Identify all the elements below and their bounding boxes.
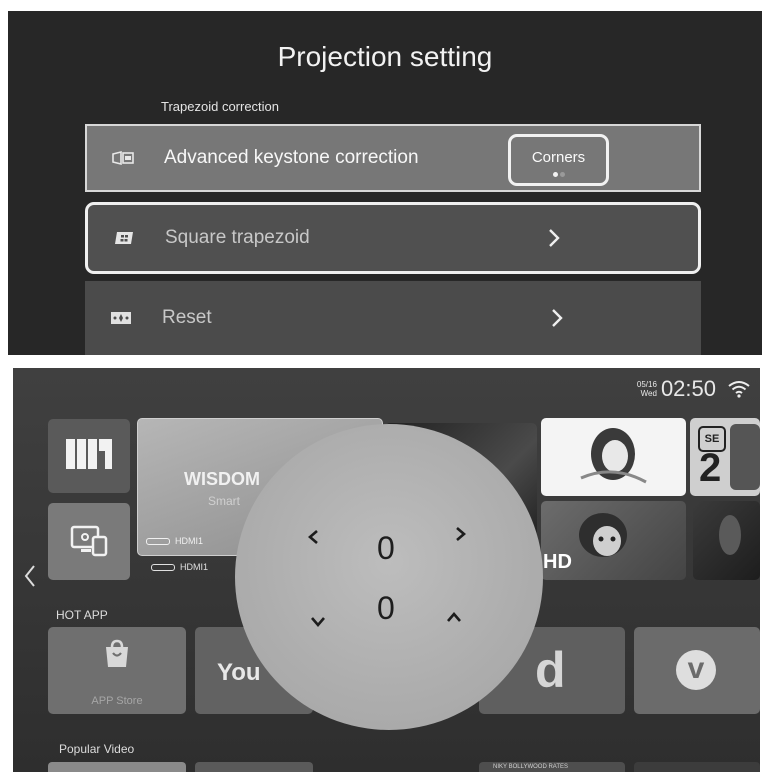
- chevron-right-icon: [549, 229, 560, 247]
- popular-video-heading: Popular Video: [59, 742, 135, 756]
- advanced-keystone-row[interactable]: Advanced keystone correction Corners: [85, 124, 701, 192]
- arrow-left-icon[interactable]: [305, 528, 323, 546]
- page-dots: [511, 171, 606, 177]
- featured-title: WISDOM: [184, 469, 260, 489]
- hdmi-label: HDMI1: [180, 562, 209, 572]
- hot-app-heading: HOT APP: [56, 608, 108, 622]
- date: 05/16: [636, 380, 657, 389]
- bottom-offset-value: 0: [377, 590, 395, 626]
- app-store-icon: [106, 639, 128, 667]
- projection-setting-panel: Projection setting Trapezoid correction …: [8, 11, 762, 355]
- corners-selector[interactable]: Corners: [508, 134, 609, 186]
- arrow-right-icon[interactable]: [451, 525, 469, 543]
- hdmi-icon: [151, 563, 175, 571]
- reset-row[interactable]: Reset: [85, 281, 701, 355]
- season-number: 2: [699, 446, 722, 490]
- square-trapezoid-icon: [115, 232, 133, 244]
- popular-video-tile[interactable]: NIKY BOLLYWOOD RATES: [479, 762, 625, 772]
- clock: 02:50: [660, 376, 716, 401]
- animated-character-image: [580, 428, 647, 484]
- popular-video-tile[interactable]: [634, 762, 760, 772]
- youtube-icon: You: [217, 659, 261, 686]
- top-offset-value: 0: [377, 530, 395, 566]
- vimeo-tile[interactable]: v: [634, 627, 760, 714]
- hdmi-badge: HDMI1: [146, 536, 203, 546]
- featured-subtitle: Smart: [208, 494, 241, 508]
- phone-image: [730, 424, 760, 490]
- hdmi-icon: [146, 537, 170, 545]
- home-screen: 05/16 Wed 02:50 WISDOM Smart HDMI1 HDMI1…: [13, 368, 760, 772]
- vimeo-icon: v: [676, 650, 716, 690]
- date-readout: 05/16 Wed: [637, 380, 657, 398]
- keystone-icon: [112, 150, 134, 166]
- chevron-right-icon: [552, 309, 563, 327]
- season-poster-tile[interactable]: SE 2: [690, 418, 760, 496]
- video-caption: NIKY BOLLYWOOD RATES: [493, 764, 569, 770]
- dot: [559, 172, 565, 177]
- keystone-adjust-dial[interactable]: 0 0: [235, 424, 543, 730]
- popular-video-tile[interactable]: [48, 762, 186, 772]
- hdmi-label: HDMI1: [175, 536, 204, 546]
- hd-movie-tile[interactable]: HD: [541, 501, 686, 580]
- arrow-down-icon[interactable]: [309, 612, 327, 630]
- hd-badge: HD: [543, 551, 572, 573]
- page-title: Projection setting: [277, 41, 493, 72]
- portrait-image: [719, 515, 741, 555]
- reset-icon: [111, 312, 131, 324]
- movie-poster-tile[interactable]: [541, 418, 686, 496]
- weekday: Wed: [640, 389, 657, 398]
- screen-cast-icon: [70, 525, 108, 557]
- status-bar: 05/16 Wed 02:50: [637, 376, 750, 402]
- wifi-icon: [728, 381, 750, 398]
- hdmi-input-label: HDMI1: [151, 562, 208, 572]
- brand-logo-icon: [66, 439, 112, 469]
- video-tile[interactable]: [693, 501, 760, 580]
- chevron-left-icon[interactable]: [23, 564, 37, 588]
- app-logo-tile[interactable]: [48, 419, 130, 493]
- dot-active: [552, 172, 558, 177]
- row-label: Reset: [162, 307, 212, 328]
- dailymotion-icon: d: [535, 642, 566, 698]
- section-label: Trapezoid correction: [161, 99, 280, 114]
- row-label: Advanced keystone correction: [164, 147, 419, 168]
- row-label: Square trapezoid: [165, 227, 310, 248]
- app-store-tile[interactable]: APP Store: [48, 627, 186, 714]
- selector-value: Corners: [531, 149, 586, 166]
- screen-cast-tile[interactable]: [48, 503, 130, 580]
- app-label: APP Store: [91, 695, 143, 707]
- square-trapezoid-row[interactable]: Square trapezoid: [85, 202, 701, 274]
- popular-video-tile[interactable]: [195, 762, 313, 772]
- arrow-up-icon[interactable]: [445, 609, 463, 627]
